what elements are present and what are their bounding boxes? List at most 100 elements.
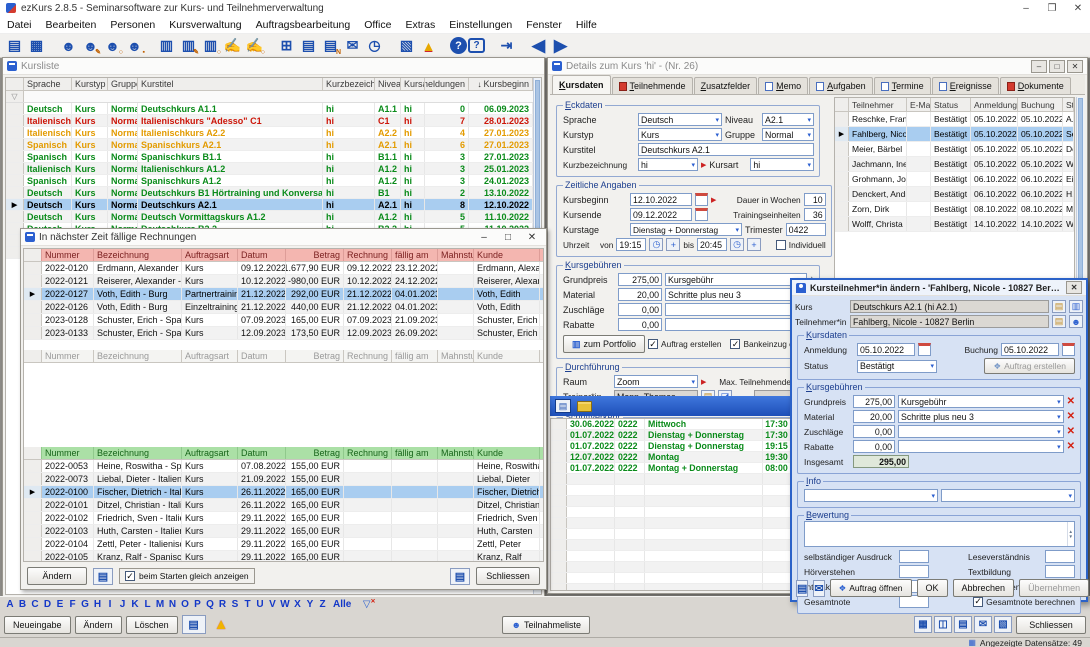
- letter-filter[interactable]: I: [105, 599, 115, 610]
- person-bearbeiten-icon[interactable]: ☻✎: [80, 35, 101, 56]
- uhrzeit-von-input[interactable]: 19:15: [616, 238, 646, 251]
- minimize-button[interactable]: –: [478, 232, 490, 243]
- goto-icon[interactable]: ▶: [701, 161, 706, 169]
- kurs-row[interactable]: Deutsch Kurs Normal Deutschkurs A1.1 hi …: [6, 103, 541, 115]
- teilnehmer-row[interactable]: Denckert, Andr Bestätigt 06.10.2022 06.1…: [835, 187, 1074, 202]
- rechnung-row[interactable]: 2022-0121 Reiserer, Alexander - Ka Kurs …: [24, 275, 543, 288]
- filter-entfernen-icon[interactable]: ▽: [363, 599, 371, 610]
- rechnung-row[interactable]: 2022-0073 Liebal, Dieter - Italienisch K…: [24, 473, 543, 486]
- letter-filter[interactable]: D: [43, 599, 53, 610]
- letter-filter[interactable]: H: [93, 599, 103, 610]
- column-header[interactable]: Kurzbezeichnung: [323, 78, 375, 90]
- entfernen-icon[interactable]: ✕: [1067, 441, 1075, 452]
- column-header[interactable]: Anmeldung: [971, 98, 1018, 111]
- kursende-input[interactable]: 09.12.2022: [630, 208, 692, 221]
- betrag-input[interactable]: 20,00: [618, 288, 662, 301]
- uebernehmen-button[interactable]: Übernehmen: [1019, 579, 1089, 597]
- status-select[interactable]: Bestätigt▾: [857, 360, 937, 373]
- pyramide-icon[interactable]: ▲: [418, 35, 439, 56]
- menu-item[interactable]: Datei: [0, 17, 39, 33]
- letter-filter[interactable]: G: [80, 599, 90, 610]
- drucken-icon[interactable]: ▤: [954, 616, 972, 633]
- column-header[interactable]: Straße: [1063, 98, 1074, 111]
- toolbar-separator[interactable]: [146, 35, 155, 56]
- tab[interactable]: Kursdaten: [552, 75, 611, 94]
- letter-filter[interactable]: E: [55, 599, 65, 610]
- teilnehmer-row[interactable]: Wolff, Christa Bestätigt 14.10.2022 14.1…: [835, 217, 1074, 232]
- toolbar-separator[interactable]: [518, 35, 527, 56]
- trimester-input[interactable]: 0422: [786, 223, 826, 236]
- letter-filter[interactable]: N: [168, 599, 178, 610]
- kursbeginn-input[interactable]: 12.10.2022: [630, 193, 692, 206]
- schliessen-button[interactable]: Schliessen: [1016, 616, 1086, 634]
- serienmail-icon[interactable]: ✉: [342, 35, 363, 56]
- kursliste-titlebar[interactable]: Kursliste: [3, 58, 544, 75]
- letter-filter[interactable]: J: [118, 599, 128, 610]
- column-header[interactable]: Auftragsart: [182, 447, 238, 459]
- letter-filter[interactable]: B: [18, 599, 28, 610]
- niveau-select[interactable]: A2.1▾: [762, 113, 814, 126]
- gebuehr-select[interactable]: Schritte plus neu 3▾: [898, 410, 1064, 423]
- kasse-icon[interactable]: ▤: [4, 35, 25, 56]
- kurs-icon[interactable]: ▥: [156, 35, 177, 56]
- tab[interactable]: Teilnehmende: [612, 77, 693, 94]
- rechnungen-titlebar[interactable]: In nächster Zeit fällige Rechnungen – □ …: [21, 229, 546, 246]
- rechnung-row[interactable]: 2022-0102 Friedrich, Sven - Italienis Ku…: [24, 512, 543, 525]
- filter-row[interactable]: ▽: [6, 91, 541, 103]
- tab[interactable]: Aufgaben: [809, 77, 873, 94]
- bankeinzug-checkbox[interactable]: [730, 339, 740, 349]
- menu-item[interactable]: Hilfe: [569, 17, 604, 33]
- kalender-icon[interactable]: ⊞: [276, 35, 297, 56]
- clock-icon[interactable]: ◷: [649, 238, 663, 251]
- vor-icon[interactable]: ▶: [550, 35, 571, 56]
- geteilte-ansicht-icon[interactable]: ◫: [934, 616, 952, 633]
- drucken-icon-button[interactable]: ▤: [450, 568, 470, 585]
- teilnehmer-row[interactable]: Grohmann, Joa Bestätigt 06.10.2022 06.10…: [835, 172, 1074, 187]
- scroll-arrows-icon[interactable]: [1067, 522, 1074, 546]
- uebersicht-icon[interactable]: ▦: [26, 35, 47, 56]
- kurs-oeffnen-icon[interactable]: ▤: [1052, 300, 1066, 313]
- toolbar-separator[interactable]: [48, 35, 57, 56]
- column-header[interactable]: Mahnstufe: [438, 447, 474, 459]
- betrag-input[interactable]: 275,00: [853, 395, 895, 408]
- rechnung-row[interactable]: 2022-0053 Heine, Roswitha - Spani Kurs 0…: [24, 460, 543, 473]
- kurstage-select[interactable]: Dienstag + Donnerstag▾: [630, 223, 742, 236]
- menu-item[interactable]: Kursverwaltung: [162, 17, 248, 33]
- tab[interactable]: Dokumente: [1000, 77, 1071, 94]
- kurstitel-input[interactable]: Deutschkurs A2.1: [638, 143, 814, 156]
- kurs-row[interactable]: Italienisch Kurs Normal Italienischkurs …: [6, 127, 541, 139]
- aendern-button[interactable]: Ändern: [75, 616, 122, 634]
- column-header[interactable]: Rechnung: [344, 447, 392, 459]
- alle-filter[interactable]: Alle: [330, 599, 354, 610]
- menu-item[interactable]: Einstellungen: [442, 17, 519, 33]
- column-header[interactable]: Kurstyp: [72, 78, 108, 90]
- calendar-icon[interactable]: [1062, 343, 1075, 356]
- rechnung-row[interactable]: 2023-0128 Schuster, Erich - Spanis Kurs …: [24, 314, 543, 327]
- close-button[interactable]: ✕: [526, 232, 538, 243]
- column-header-sorted[interactable]: ↓Kursbeginn: [469, 78, 533, 90]
- textbildung-input[interactable]: [1045, 565, 1075, 578]
- letter-filter[interactable]: T: [243, 599, 253, 610]
- trainingseinheiten-input[interactable]: 36: [804, 208, 826, 221]
- toolbar-separator[interactable]: [386, 35, 395, 56]
- toolbar-separator[interactable]: [440, 35, 449, 56]
- column-header[interactable]: Kursart: [401, 78, 425, 90]
- letter-filter[interactable]: R: [218, 599, 228, 610]
- auftrag-erstellen-checkbox[interactable]: [648, 339, 658, 349]
- letter-filter[interactable]: Z: [318, 599, 328, 610]
- letter-filter[interactable]: L: [143, 599, 153, 610]
- kurstyp-select[interactable]: Kurs▾: [638, 128, 722, 141]
- person-oeffnen-icon[interactable]: ▤: [1052, 315, 1066, 328]
- column-header[interactable]: Kurstitel: [138, 78, 323, 90]
- goto-icon[interactable]: ▶: [711, 196, 716, 204]
- wechseln-icon-button[interactable]: ▤: [93, 568, 113, 585]
- column-header[interactable]: Betrag: [286, 447, 344, 459]
- letter-filter[interactable]: M: [155, 599, 165, 610]
- trainer-icon[interactable]: ☻▪: [124, 35, 145, 56]
- gebuehr-text-input[interactable]: [665, 318, 807, 331]
- tab[interactable]: Zusatzfelder: [694, 77, 758, 94]
- betrag-input[interactable]: 0,00: [618, 303, 662, 316]
- letter-filter[interactable]: Q: [205, 599, 215, 610]
- kurs-row[interactable]: Deutsch Kurs Normal Deutschkurs B1 Hörtr…: [6, 187, 541, 199]
- rechnung-row[interactable]: 2022-0103 Huth, Carsten - Italienisc Kur…: [24, 525, 543, 538]
